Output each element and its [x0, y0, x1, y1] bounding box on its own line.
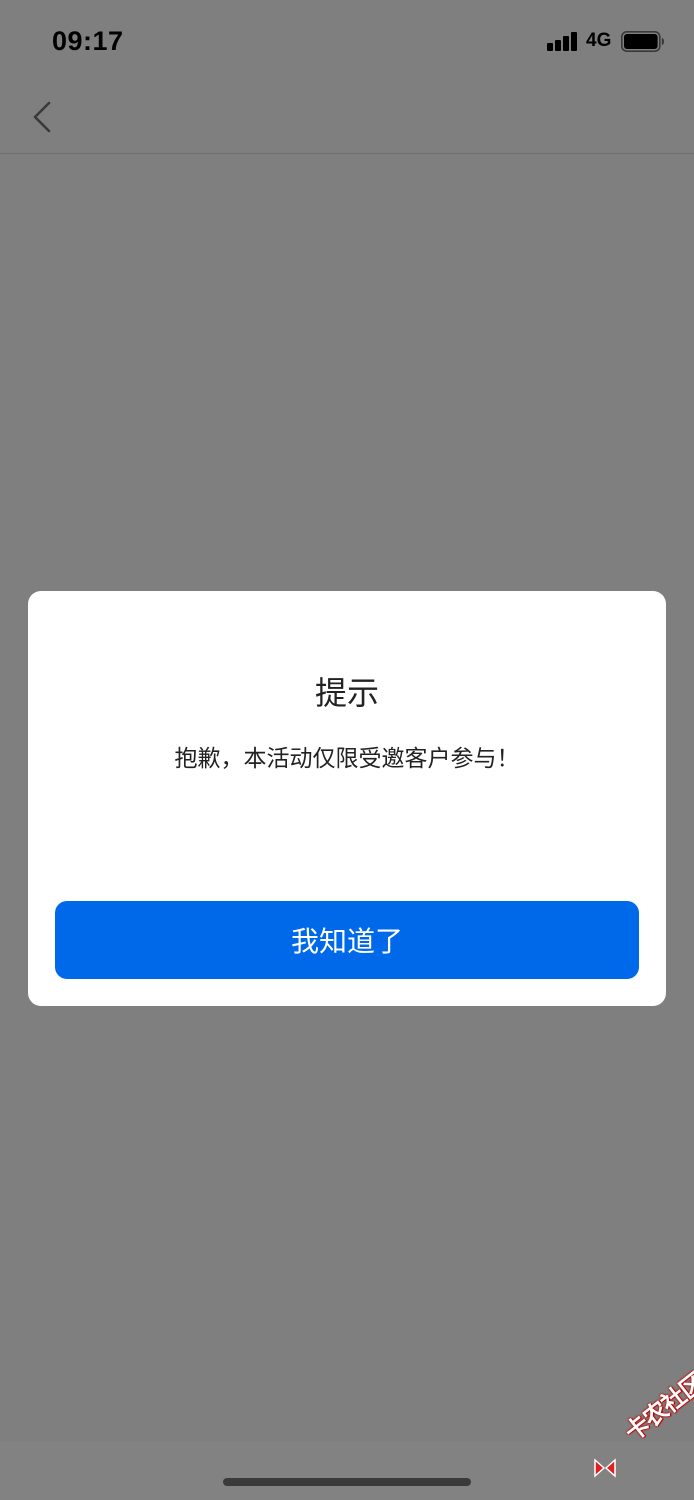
bottom-safe-area — [0, 1442, 694, 1500]
navigation-bar — [0, 80, 694, 154]
status-time: 09:17 — [52, 26, 124, 56]
watermark-text: 卡农社区 — [619, 1368, 694, 1447]
chevron-left-icon — [33, 101, 51, 133]
confirm-button[interactable]: 我知道了 — [55, 901, 639, 979]
battery-icon — [621, 31, 665, 52]
cellular-signal-icon — [547, 31, 579, 51]
home-indicator[interactable] — [223, 1478, 471, 1486]
network-type-label: 4G — [586, 30, 612, 51]
dialog-message: 抱歉，本活动仅限受邀客户参与！ — [174, 746, 520, 772]
status-bar: 09:17 4G — [0, 0, 694, 80]
watermark-logo-icon — [592, 1455, 618, 1485]
back-button[interactable] — [22, 94, 62, 140]
dialog-title: 提示 — [314, 674, 379, 712]
